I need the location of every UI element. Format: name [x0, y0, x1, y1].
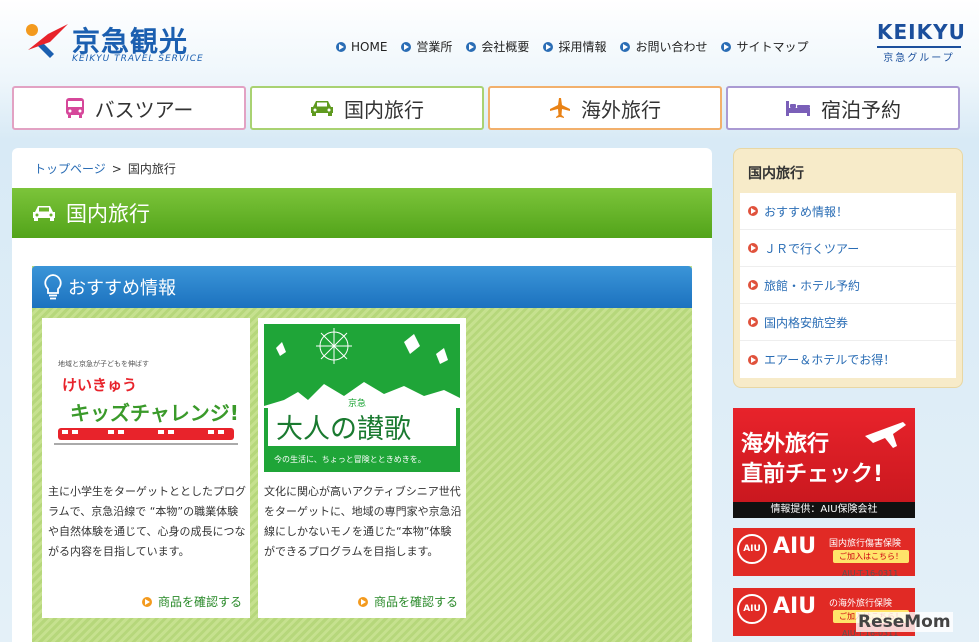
otona-image-title: 大人の讃歌 — [276, 414, 411, 445]
tab-bus-tour[interactable]: バスツアー — [12, 86, 246, 130]
breadcrumb-home-link[interactable]: トップページ — [34, 162, 106, 176]
recommend-header: おすすめ情報 — [32, 266, 692, 308]
logo-mark-icon — [26, 24, 68, 58]
tab-label: 宿泊予約 — [821, 97, 901, 122]
arrow-icon — [748, 280, 758, 290]
overseas-check-banner[interactable]: 海外旅行 直前チェック! 情報提供：AIU保険会社 — [733, 408, 915, 518]
keikyu-group-label: 京急グループ — [877, 46, 961, 64]
arrow-icon — [543, 41, 554, 52]
sidebar-item-recommended[interactable]: おすすめ情報！ — [740, 193, 956, 230]
sidebar-list: おすすめ情報！ ＪＲで行くツアー 旅館・ホテル予約 国内格安航空券 エアー＆ホテ… — [740, 193, 956, 378]
breadcrumb-current: 国内旅行 — [127, 162, 176, 176]
card-description: 文化に関心が高いアクティブシニア世代をターゲットに、地域の専門家や京急沿線にしか… — [264, 485, 462, 558]
arrow-icon — [748, 243, 758, 253]
nav-recruit[interactable]: 採用情報 — [543, 38, 606, 55]
tab-domestic-travel[interactable]: 国内旅行 — [250, 86, 484, 130]
tab-label: 国内旅行 — [344, 97, 424, 122]
main-content: トップページ > 国内旅行 国内旅行 おすすめ情報 地域と京急が子どもを伸ばす けい… — [12, 148, 712, 642]
aiu-brand: AIU — [773, 534, 817, 559]
page-title-bar: 国内旅行 — [12, 188, 712, 238]
arrow-icon — [748, 317, 758, 327]
sidebar-menu: 国内旅行 おすすめ情報！ ＪＲで行くツアー 旅館・ホテル予約 国内格安航空券 エ… — [733, 148, 963, 388]
logo-subtitle: KEIKYU TRAVEL SERVICE — [72, 54, 204, 64]
arrow-icon — [141, 596, 152, 607]
otona-image-tagline: 今の生活に、ちょっと冒険とときめきを。 — [274, 454, 426, 464]
arrow-icon — [721, 41, 732, 52]
arrow-icon — [748, 206, 758, 216]
aiu-label: の海外旅行保険 — [829, 599, 893, 609]
car-icon — [33, 206, 55, 221]
aiu-code: AIU-T-16-0311 — [842, 569, 899, 578]
overseas-check-text: 海外旅行 直前チェック! — [741, 430, 883, 490]
resemom-watermark: ReseMom — [856, 612, 953, 632]
tab-label: バスツアー — [94, 97, 194, 122]
sidebar-item-jr-tour[interactable]: ＪＲで行くツアー — [740, 230, 956, 267]
view-product-link[interactable]: 商品を確認する — [357, 593, 458, 610]
kids-image-line1: けいきゅう — [62, 376, 137, 394]
otona-sanka-image[interactable]: 京急 大人の讃歌 今の生活に、ちょっと冒険とときめきを。 — [264, 324, 460, 472]
keikyu-group-logo[interactable]: KEIKYU 京急グループ — [877, 20, 966, 64]
aiu-label: 国内旅行傷害保険 — [829, 539, 902, 549]
car-icon — [311, 101, 333, 116]
arrow-icon — [357, 596, 368, 607]
tab-label: 海外旅行 — [581, 97, 661, 122]
arrow-icon — [401, 41, 412, 52]
sidebar-title: 国内旅行 — [748, 166, 804, 182]
aiu-apply-button: ご加入はこちら！ — [833, 550, 909, 563]
arrow-icon — [620, 41, 631, 52]
overseas-check-footer: 情報提供：AIU保険会社 — [733, 502, 915, 518]
product-card-kids-challenge: 地域と京急が子どもを伸ばす けいきゅう キッズチャレンジ! 主に小学生をターゲッ… — [42, 318, 250, 618]
nav-home[interactable]: HOME — [336, 38, 387, 55]
sidebar-item-hotel[interactable]: 旅館・ホテル予約 — [740, 267, 956, 304]
keikyu-name: KEIKYU — [877, 20, 966, 44]
recommend-section: おすすめ情報 地域と京急が子どもを伸ばす けいきゅう キッズチャレンジ! 主に小… — [32, 266, 692, 642]
product-card-otona-sanka: 京急 大人の讃歌 今の生活に、ちょっと冒険とときめきを。 文化に関心が高いアクテ… — [258, 318, 466, 618]
aiu-brand: AIU — [773, 594, 817, 619]
arrow-icon — [748, 354, 758, 365]
tab-accommodation[interactable]: 宿泊予約 — [726, 86, 960, 130]
nav-company[interactable]: 会社概要 — [466, 38, 529, 55]
top-navigation: HOME 営業所 会社概要 採用情報 お問い合わせ サイトマップ — [336, 38, 808, 55]
overseas-check-line1: 海外旅行 — [741, 432, 830, 457]
card-description: 主に小学生をターゲットととしたプログラムで、京急沿線で “本物”の職業体験や自然… — [48, 485, 246, 558]
bus-icon — [65, 98, 84, 118]
site-logo[interactable]: 京急観光 KEIKYU TRAVEL SERVICE — [24, 18, 204, 66]
arrow-icon — [336, 41, 346, 52]
view-product-link[interactable]: 商品を確認する — [141, 593, 242, 610]
sidebar-item-cheap-flights[interactable]: 国内格安航空券 — [740, 304, 956, 341]
page-title: 国内旅行 — [66, 202, 150, 226]
nav-contact[interactable]: お問い合わせ — [620, 38, 707, 55]
otona-image-small: 京急 — [348, 397, 366, 409]
sidebar-item-air-hotel[interactable]: エアー＆ホテルでお得！ — [740, 341, 956, 378]
tab-overseas-travel[interactable]: 海外旅行 — [488, 86, 722, 130]
bed-icon — [786, 101, 810, 116]
nav-offices[interactable]: 営業所 — [401, 38, 452, 55]
lightbulb-icon — [44, 274, 62, 300]
airplane-icon — [550, 98, 570, 118]
kids-image-line2: キッズチャレンジ! — [70, 401, 239, 425]
aiu-logo-icon: AIU — [737, 594, 767, 624]
breadcrumb-separator: > — [111, 162, 122, 176]
overseas-check-line2: 直前チェック! — [741, 462, 884, 487]
kids-image-caption: 地域と京急が子どもを伸ばす — [58, 359, 149, 368]
aiu-logo-icon: AIU — [737, 534, 767, 564]
arrow-icon — [466, 41, 477, 52]
kids-challenge-image[interactable]: 地域と京急が子どもを伸ばす けいきゅう キッズチャレンジ! — [48, 324, 244, 472]
breadcrumb: トップページ > 国内旅行 — [34, 160, 176, 177]
category-tabs: バスツアー 国内旅行 海外旅行 宿泊予約 — [12, 86, 960, 130]
nav-sitemap[interactable]: サイトマップ — [721, 38, 808, 55]
recommend-heading: おすすめ情報 — [68, 278, 176, 299]
